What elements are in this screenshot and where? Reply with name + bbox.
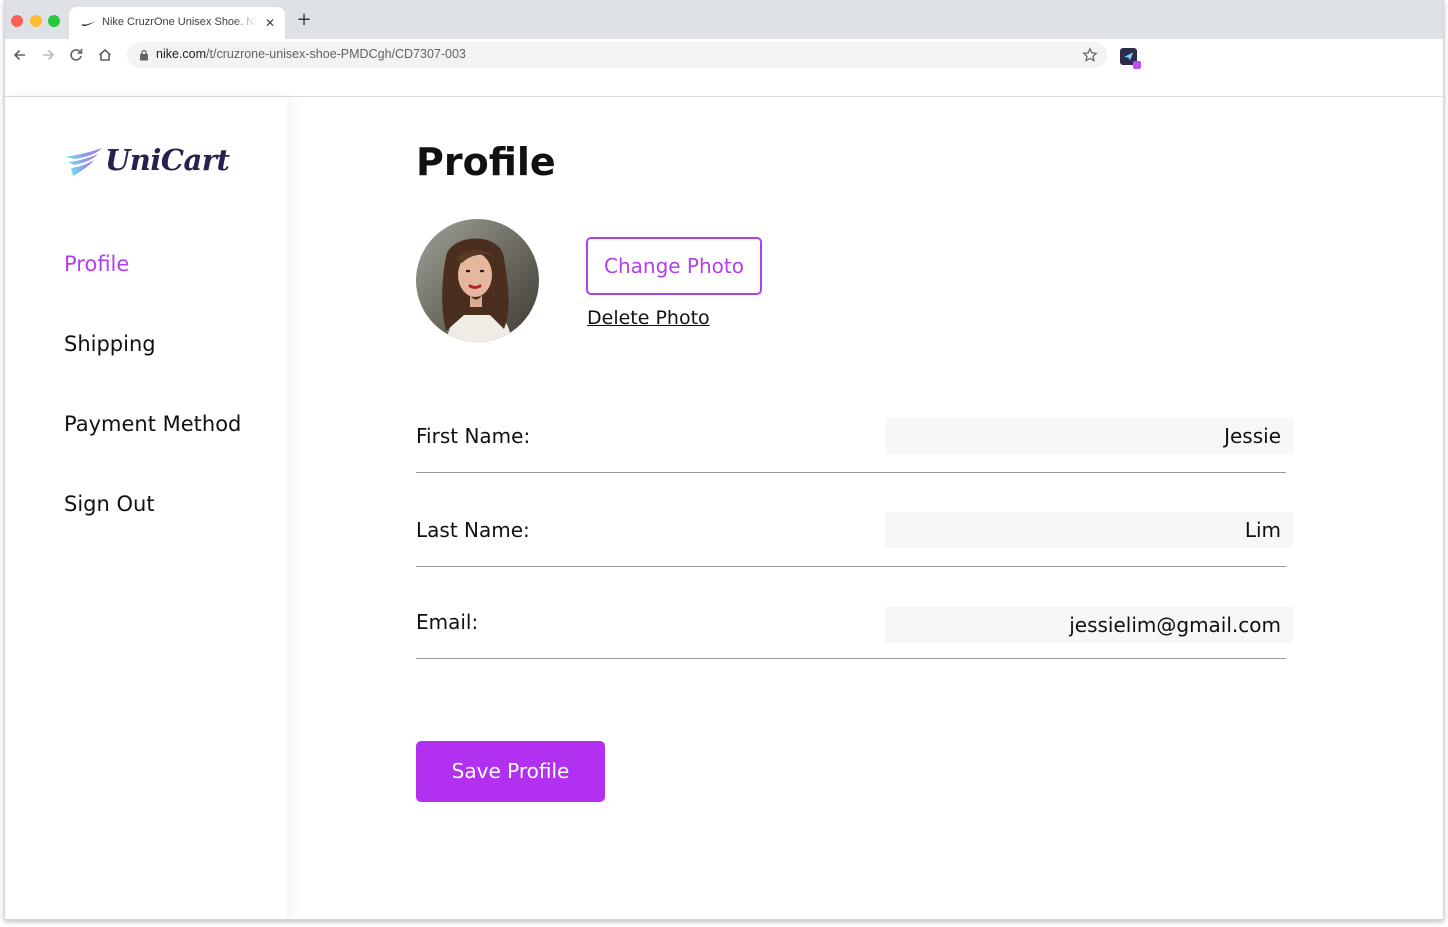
close-icon[interactable]: ✕ (262, 15, 278, 31)
url-text: nike.com/t/cruzrone-unisex-shoe-PMDCgh/C… (156, 47, 466, 63)
browser-tab[interactable]: Nike CruzrOne Unisex Shoe. Nike.com ✕ (69, 7, 285, 39)
email-label: Email: (416, 610, 479, 634)
wing-logo-icon (65, 148, 102, 176)
first-name-label: First Name: (416, 424, 531, 448)
logo-text: UniCart (105, 143, 230, 177)
sidebar-item-payment-method[interactable]: Payment Method (64, 412, 241, 442)
change-photo-button[interactable]: Change Photo (586, 237, 762, 295)
lock-icon (140, 49, 148, 61)
browser-toolbar: nike.com/t/cruzrone-unisex-shoe-PMDCgh/C… (5, 39, 1443, 71)
sidebar-item-shipping[interactable]: Shipping (64, 332, 156, 362)
url-host: nike.com (156, 47, 207, 61)
extension-icon[interactable] (1120, 48, 1142, 70)
save-profile-button[interactable]: Save Profile (416, 741, 605, 802)
delete-photo-link[interactable]: Delete Photo (587, 307, 710, 329)
field-divider (416, 566, 1286, 567)
page-content: UniCart Profile Shipping Payment Method … (5, 97, 1443, 919)
reload-icon[interactable] (67, 46, 85, 64)
bookmark-star-icon[interactable] (1082, 47, 1098, 63)
forward-icon[interactable] (39, 46, 57, 64)
maximize-window-button[interactable] (48, 15, 60, 27)
tab-title: Nike CruzrOne Unisex Shoe. Nike.com (102, 16, 257, 28)
field-divider (416, 658, 1286, 659)
avatar-photo (416, 219, 539, 342)
tab-strip: Nike CruzrOne Unisex Shoe. Nike.com ✕ + (5, 0, 1443, 39)
profile-main: Profile Change Photo Delete Photo First … (416, 97, 1316, 919)
sidebar-item-profile[interactable]: Profile (64, 252, 129, 282)
nike-swoosh-icon (82, 21, 96, 26)
last-name-label: Last Name: (416, 518, 530, 542)
unicart-logo[interactable]: UniCart (63, 143, 233, 183)
page-title: Profile (416, 140, 556, 184)
email-input[interactable] (885, 607, 1293, 643)
close-window-button[interactable] (11, 15, 23, 27)
new-tab-button[interactable]: + (294, 10, 314, 30)
url-path: /t/cruzrone-unisex-shoe-PMDCgh/CD7307-00… (206, 47, 466, 61)
sidebar: UniCart Profile Shipping Payment Method … (5, 97, 287, 919)
minimize-window-button[interactable] (30, 15, 42, 27)
last-name-input[interactable] (885, 512, 1293, 548)
address-bar[interactable]: nike.com/t/cruzrone-unisex-shoe-PMDCgh/C… (127, 42, 1107, 68)
field-divider (416, 472, 1286, 473)
first-name-input[interactable] (885, 418, 1293, 454)
sidebar-item-sign-out[interactable]: Sign Out (64, 492, 155, 522)
back-icon[interactable] (11, 46, 29, 64)
avatar (416, 219, 539, 342)
browser-window: Nike CruzrOne Unisex Shoe. Nike.com ✕ + … (4, 0, 1444, 920)
home-icon[interactable] (96, 46, 114, 64)
